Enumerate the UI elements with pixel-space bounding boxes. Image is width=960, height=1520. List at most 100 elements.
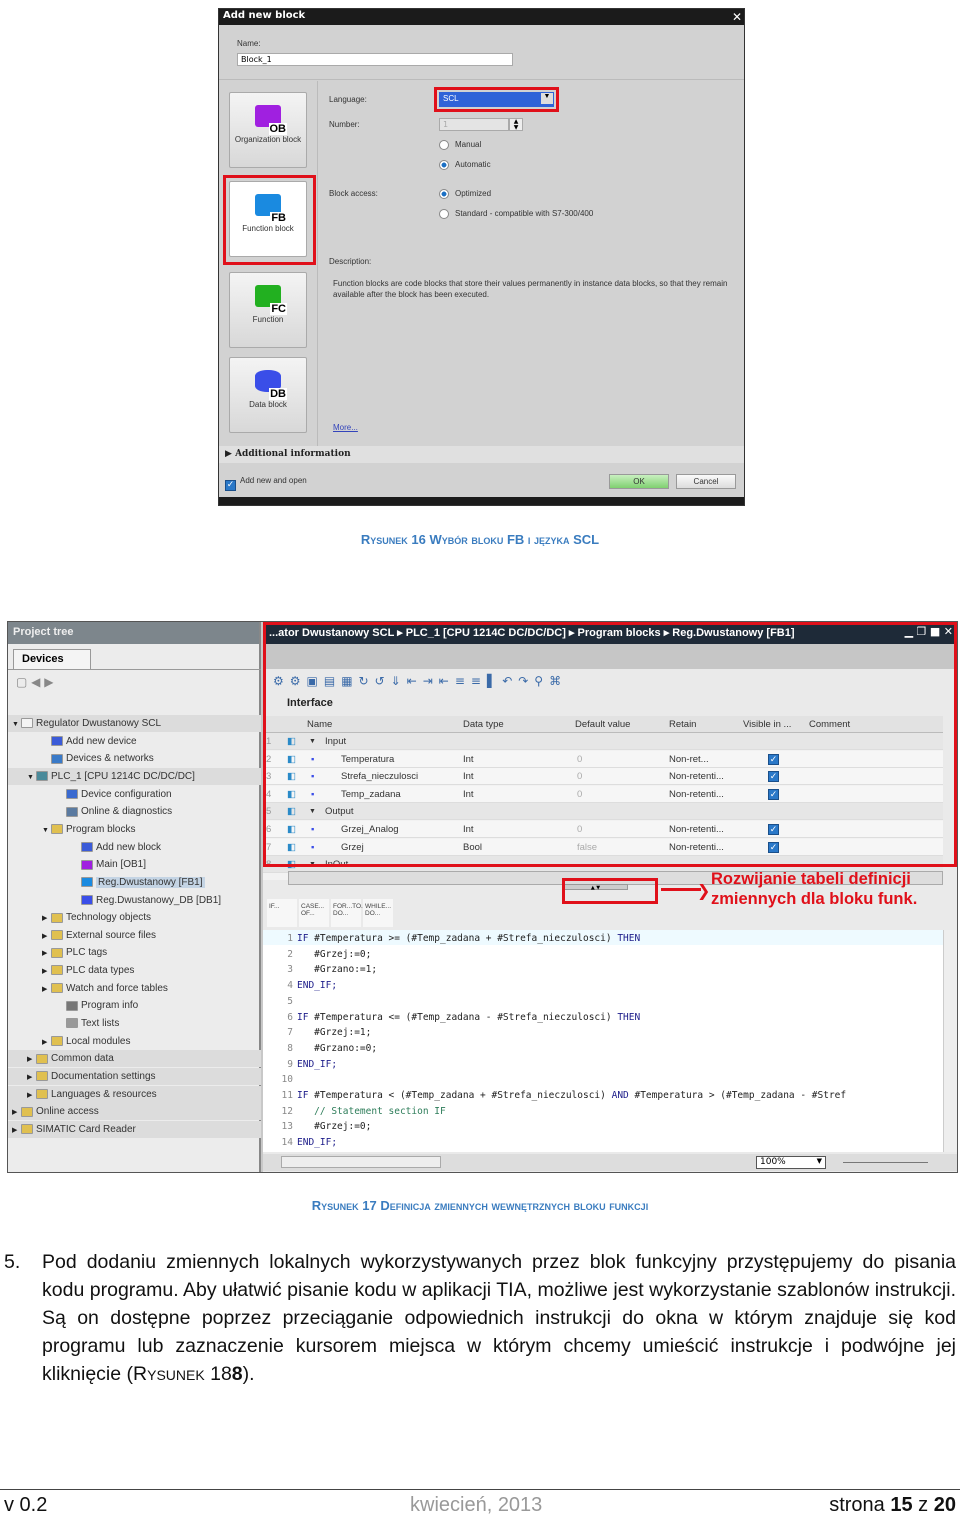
- code-line[interactable]: 5: [263, 994, 297, 1010]
- tree-item[interactable]: ▶ Languages & resources: [8, 1085, 261, 1104]
- tree-item[interactable]: ▶ PLC tags: [8, 944, 261, 961]
- instruction-template[interactable]: CASE... OF...: [299, 899, 329, 927]
- expand-toggle-icon[interactable]: ▼: [42, 822, 51, 839]
- number-spinner[interactable]: ▲ ▼: [509, 118, 523, 131]
- tree-item[interactable]: Text lists: [8, 1015, 261, 1032]
- tree-item[interactable]: ▶ External source files: [8, 927, 261, 944]
- tree-item[interactable]: ▶ Watch and force tables: [8, 980, 261, 997]
- expand-toggle-icon[interactable]: [42, 734, 51, 751]
- expand-toggle-icon[interactable]: [57, 804, 66, 821]
- expand-toggle-icon[interactable]: ▶: [27, 1087, 36, 1104]
- figure-reference[interactable]: Rysunek 18: [133, 1363, 232, 1385]
- expand-toggle-icon[interactable]: ▶: [12, 1104, 21, 1121]
- tree-item[interactable]: ▶ PLC data types: [8, 962, 261, 979]
- add-and-open-checkbox[interactable]: ✓: [225, 475, 236, 491]
- tree-item[interactable]: Add new device: [8, 733, 261, 750]
- tree-item[interactable]: Add new block: [8, 839, 261, 856]
- expand-toggle-icon[interactable]: [57, 1016, 66, 1033]
- zoom-select[interactable]: 100% ▼: [756, 1156, 826, 1169]
- tree-item[interactable]: Device configuration: [8, 786, 261, 803]
- instruction-template[interactable]: FOR...TO... DO...: [331, 899, 366, 927]
- code-line[interactable]: 2 #Grzej:=0;: [263, 947, 371, 963]
- block-type-fb-button[interactable]: FB Function block: [229, 181, 307, 257]
- radio-button[interactable]: [439, 209, 449, 219]
- radio-button[interactable]: [439, 160, 449, 170]
- cancel-button[interactable]: Cancel: [676, 474, 736, 489]
- code-line[interactable]: 10: [263, 1072, 297, 1088]
- tree-item[interactable]: ▼ Regulator Dwustanowy SCL: [8, 715, 261, 732]
- expand-toggle-icon[interactable]: ▶: [27, 1069, 36, 1086]
- radio-manual[interactable]: Manual: [439, 140, 481, 150]
- tree-item[interactable]: Devices & networks: [8, 750, 261, 767]
- code-line[interactable]: 3 #Grzano:=1;: [263, 962, 377, 978]
- new-icon[interactable]: ▢: [16, 675, 27, 689]
- expand-toggle-icon[interactable]: ▶: [42, 910, 51, 927]
- expand-toggle-icon[interactable]: [72, 875, 81, 892]
- forward-icon[interactable]: ▶: [44, 675, 53, 689]
- expand-toggle-icon[interactable]: ▶: [42, 963, 51, 980]
- code-horizontal-scrollbar[interactable]: [281, 1156, 441, 1168]
- instruction-template[interactable]: WHILE... DO...: [363, 899, 393, 927]
- expand-toggle-icon[interactable]: [57, 998, 66, 1015]
- tree-item[interactable]: Reg.Dwustanowy_DB [DB1]: [8, 892, 261, 909]
- expand-toggle-icon[interactable]: [72, 840, 81, 857]
- expand-toggle-icon[interactable]: [57, 787, 66, 804]
- radio-access-0[interactable]: Optimized: [439, 189, 491, 199]
- code-line[interactable]: 1 IF #Temperatura >= (#Temp_zadana + #Str…: [263, 931, 640, 947]
- code-line[interactable]: 12 // Statement section IF: [263, 1104, 446, 1120]
- tree-item[interactable]: Program info: [8, 997, 261, 1014]
- block-type-db-button[interactable]: DB Data block: [229, 357, 307, 433]
- instruction-template[interactable]: IF...: [267, 899, 297, 927]
- tree-item[interactable]: ▶ Technology objects: [8, 909, 261, 926]
- chevron-down-icon[interactable]: ▼: [541, 93, 553, 104]
- radio-button[interactable]: [439, 189, 449, 199]
- back-icon[interactable]: ◀: [31, 675, 40, 689]
- expand-toggle-icon[interactable]: ▶: [42, 1034, 51, 1051]
- tree-item[interactable]: Online & diagnostics: [8, 803, 261, 820]
- expand-toggle-icon[interactable]: ▼: [12, 716, 21, 733]
- expand-toggle-icon[interactable]: [72, 893, 81, 910]
- code-line[interactable]: 9 END_IF;: [263, 1057, 337, 1073]
- block-type-fc-button[interactable]: FC Function: [229, 272, 307, 348]
- code-line[interactable]: 4 END_IF;: [263, 978, 337, 994]
- code-line[interactable]: 14 END_IF;: [263, 1135, 338, 1151]
- tree-item[interactable]: ▶ SIMATIC Card Reader: [8, 1120, 261, 1139]
- expand-toggle-icon[interactable]: [72, 857, 81, 874]
- radio-automatic[interactable]: Automatic: [439, 160, 491, 170]
- ok-button[interactable]: OK: [609, 474, 669, 489]
- radio-button[interactable]: [439, 140, 449, 150]
- code-line[interactable]: 6 IF #Temperatura <= (#Temp_zadana - #Str…: [263, 1010, 640, 1026]
- code-line[interactable]: 11 IF #Temperatura < (#Temp_zadana + #Str…: [263, 1088, 847, 1104]
- chevron-down-icon[interactable]: ▼: [817, 1157, 822, 1165]
- tree-item[interactable]: ▼ PLC_1 [CPU 1214C DC/DC/DC]: [8, 767, 261, 786]
- tree-item[interactable]: Reg.Dwustanowy [FB1]: [8, 874, 261, 891]
- expand-toggle-icon[interactable]: ▶: [42, 945, 51, 962]
- expand-toggle-icon[interactable]: [42, 751, 51, 768]
- tree-item[interactable]: ▶ Online access: [8, 1103, 261, 1121]
- radio-access-1[interactable]: Standard - compatible with S7-300/400: [439, 209, 593, 219]
- zoom-slider[interactable]: [843, 1162, 928, 1163]
- more-link[interactable]: More...: [333, 423, 358, 432]
- code-line[interactable]: 7 #Grzej:=1;: [263, 1025, 371, 1041]
- tree-item[interactable]: ▶ Local modules: [8, 1033, 261, 1050]
- expand-toggle-icon[interactable]: ▶: [27, 1051, 36, 1068]
- code-line[interactable]: 13 #Grzej:=0;: [263, 1119, 372, 1135]
- number-input[interactable]: 1: [439, 118, 509, 131]
- additional-information-toggle[interactable]: ▶ Additional information: [219, 446, 744, 463]
- name-input[interactable]: Block_1: [237, 53, 513, 66]
- vertical-scrollbar[interactable]: [943, 930, 957, 1152]
- code-line[interactable]: 8 #Grzano:=0;: [263, 1041, 377, 1057]
- tree-item[interactable]: ▶ Documentation settings: [8, 1068, 261, 1085]
- language-select[interactable]: SCL ▼: [439, 92, 554, 107]
- tree-item[interactable]: ▶ Common data: [8, 1050, 261, 1068]
- block-type-ob-button[interactable]: OB Organization block: [229, 92, 307, 168]
- tree-item[interactable]: Main [OB1]: [8, 856, 261, 873]
- code-editor[interactable]: 1 IF #Temperatura >= (#Temp_zadana + #Str…: [263, 930, 957, 1152]
- close-icon[interactable]: ✕: [732, 9, 742, 25]
- tab-devices[interactable]: Devices: [13, 649, 91, 669]
- expand-toggle-icon[interactable]: ▶: [42, 981, 51, 998]
- tree-item[interactable]: ▼ Program blocks: [8, 821, 261, 838]
- expand-toggle-icon[interactable]: ▶: [42, 928, 51, 945]
- expand-toggle-icon[interactable]: ▶: [12, 1122, 21, 1139]
- expand-toggle-icon[interactable]: ▼: [27, 769, 36, 786]
